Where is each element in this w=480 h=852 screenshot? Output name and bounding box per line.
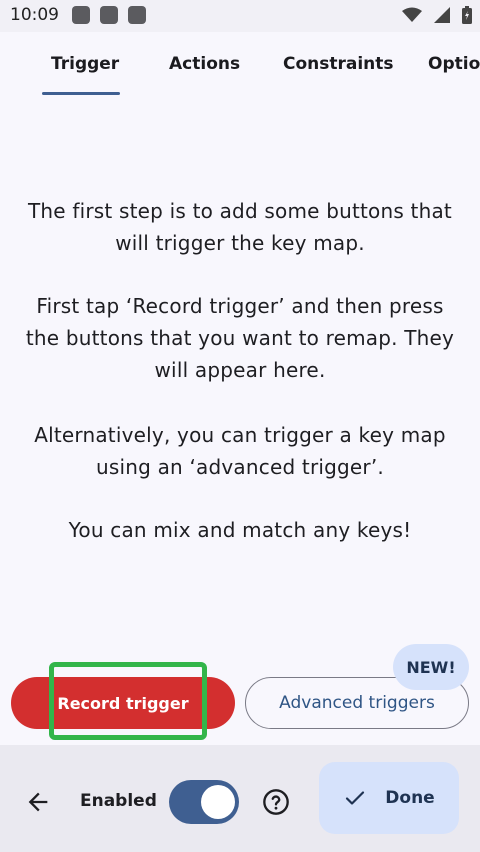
- tab-trigger[interactable]: Trigger: [51, 54, 119, 74]
- tab-actions[interactable]: Actions: [169, 54, 240, 74]
- instruction-text: First tap ‘Record trigger’ and then pres…: [25, 294, 455, 382]
- status-bar: 10:09: [0, 0, 480, 32]
- tab-bar: Trigger Actions Constraints Options: [0, 32, 480, 98]
- enabled-label: Enabled: [80, 791, 157, 811]
- notification-icon: [72, 6, 90, 24]
- notification-icon: [128, 6, 146, 24]
- tab-indicator: [42, 92, 120, 95]
- new-badge: NEW!: [393, 644, 469, 690]
- record-trigger-button[interactable]: Record trigger: [11, 677, 235, 729]
- status-icons: [402, 6, 472, 24]
- instruction-text: The first step is to add some buttons th…: [28, 199, 452, 255]
- tab-constraints[interactable]: Constraints: [283, 54, 394, 74]
- status-time: 10:09: [10, 5, 59, 25]
- instruction-text: You can mix and match any keys!: [68, 518, 412, 542]
- trigger-content: The first step is to add some buttons th…: [0, 98, 480, 650]
- notification-icon: [100, 6, 118, 24]
- done-label: Done: [385, 788, 435, 808]
- instruction-text: Alternatively, you can trigger a key map…: [34, 423, 446, 479]
- back-arrow-icon[interactable]: [24, 788, 52, 816]
- signal-icon: [434, 7, 450, 23]
- help-icon[interactable]: [262, 788, 290, 816]
- tab-options[interactable]: Options: [428, 54, 480, 74]
- check-icon: [346, 791, 365, 805]
- enabled-toggle[interactable]: [169, 780, 239, 824]
- wifi-icon: [402, 7, 422, 22]
- bottom-app-bar: Enabled Done: [0, 745, 480, 852]
- battery-icon: [462, 6, 472, 24]
- toggle-thumb: [201, 785, 235, 819]
- done-button[interactable]: Done: [319, 762, 459, 834]
